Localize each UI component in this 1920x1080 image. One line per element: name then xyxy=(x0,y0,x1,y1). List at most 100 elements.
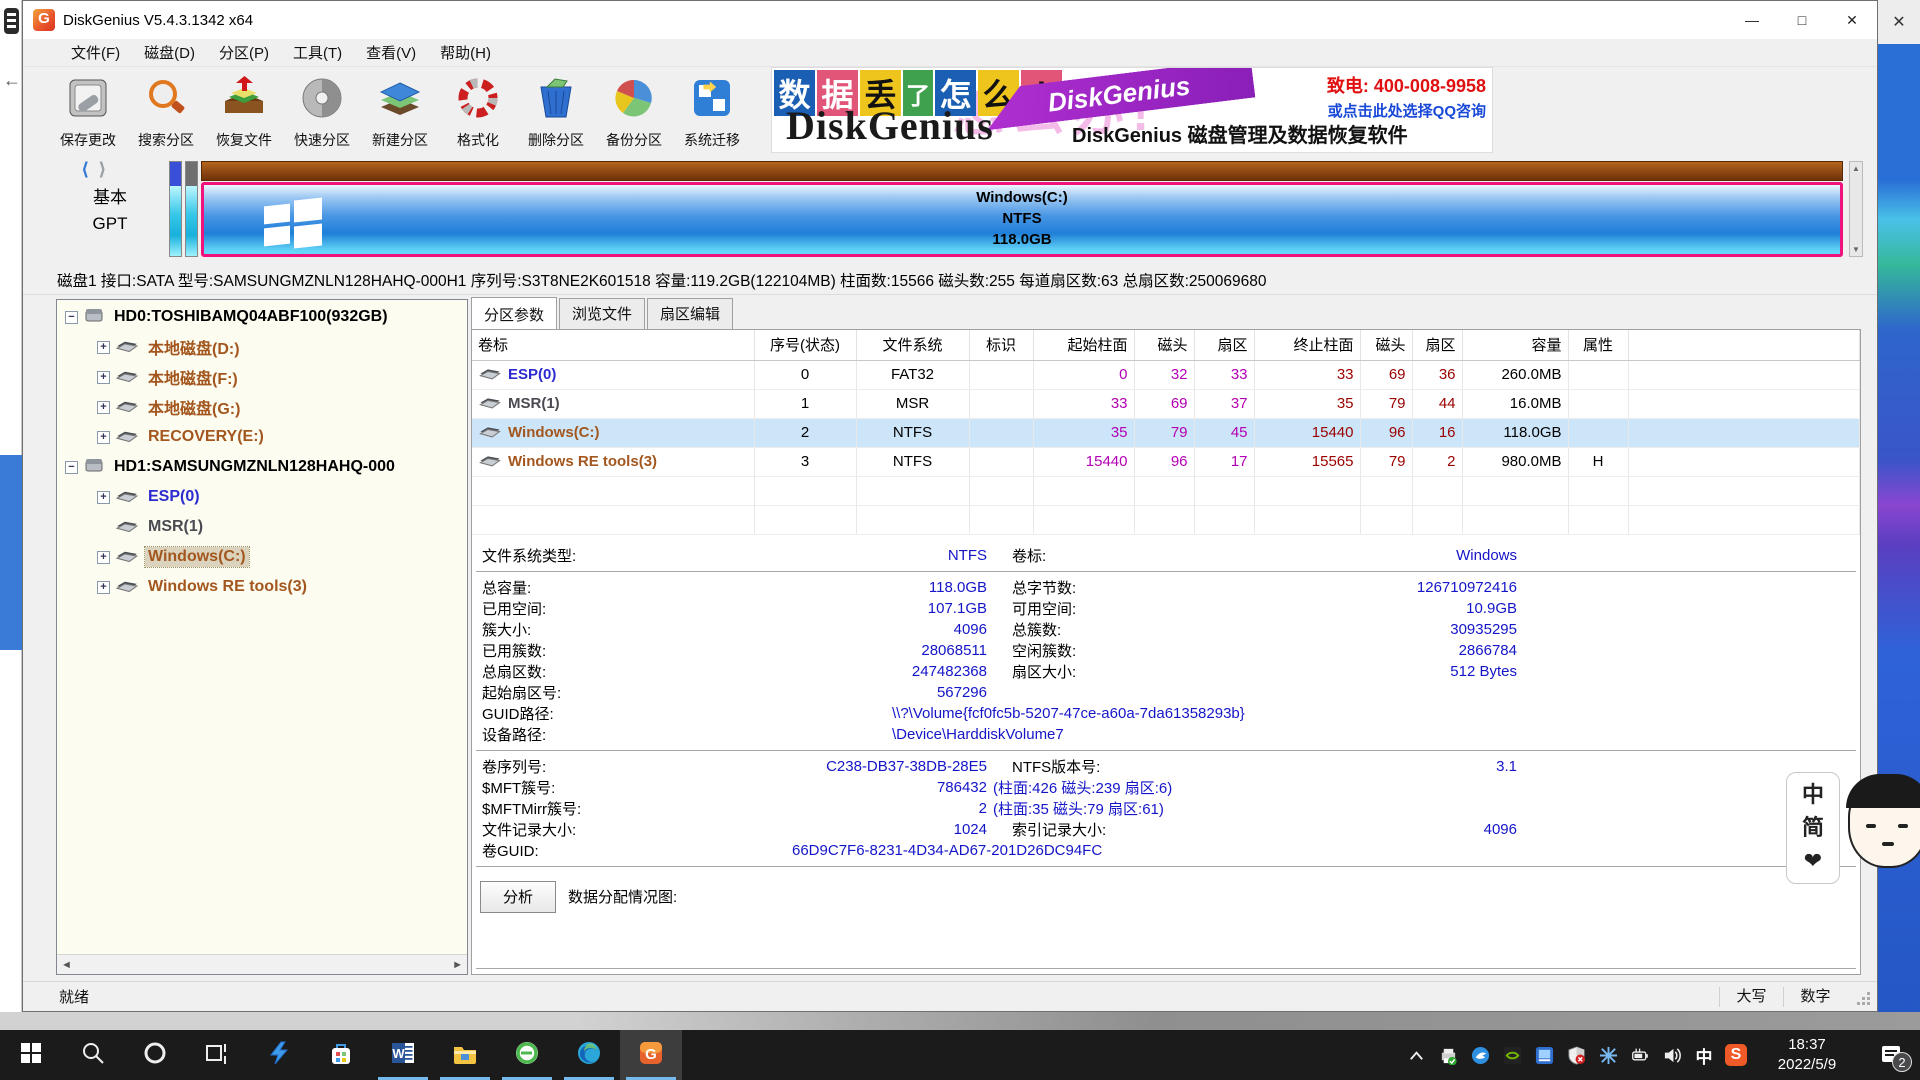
tree-item-label[interactable]: Windows RE tools(3) xyxy=(145,577,310,597)
column-header[interactable]: 磁头 xyxy=(1134,330,1194,360)
column-header[interactable]: 扇区 xyxy=(1412,330,1462,360)
column-header[interactable]: 序号(状态) xyxy=(754,330,856,360)
expand-icon[interactable]: + xyxy=(97,371,110,384)
partition-row-windows-c-[interactable]: Windows(C:)2NTFS357945154409616118.0GB xyxy=(472,418,1860,447)
prev-disk-icon[interactable]: ⟨ xyxy=(81,159,89,179)
tab-分区参数[interactable]: 分区参数 xyxy=(471,297,557,330)
disk-panel-scrollbar[interactable]: ▲▼ xyxy=(1849,161,1863,257)
tree-item-label[interactable]: HD0:TOSHIBAMQ04ABF100(932GB) xyxy=(111,307,391,327)
scroll-right-icon[interactable]: ► xyxy=(452,959,463,971)
column-header[interactable]: 文件系统 xyxy=(856,330,969,360)
toolbar-button-quick-partition[interactable]: 快速分区 xyxy=(283,69,361,151)
partition-row-windows-re-tools-3-[interactable]: Windows RE tools(3)3NTFS1544096171556579… xyxy=(472,447,1860,476)
resize-grip[interactable] xyxy=(1851,986,1873,1008)
tray-chevron-up-icon[interactable] xyxy=(1400,1030,1432,1080)
toolbar-button-search-partition[interactable]: 搜索分区 xyxy=(127,69,205,151)
heart-icon[interactable]: ❤ xyxy=(1804,850,1822,872)
sogou-icon[interactable]: S xyxy=(1720,1030,1752,1080)
toolbar-button-new-partition[interactable]: 新建分区 xyxy=(361,69,439,151)
close-button[interactable]: ✕ xyxy=(1827,1,1877,39)
taskbar-clock[interactable]: 18:37 2022/5/9 xyxy=(1752,1035,1862,1076)
column-header[interactable]: 容量 xyxy=(1462,330,1568,360)
ime-floating-widget[interactable]: 中 简 ❤ xyxy=(1786,772,1920,884)
collapse-icon[interactable]: − xyxy=(65,461,78,474)
tray-ime-indicator[interactable]: 中 xyxy=(1688,1030,1720,1080)
tray-nvidia-icon[interactable] xyxy=(1496,1030,1528,1080)
expand-icon[interactable]: + xyxy=(97,581,110,594)
taskbar-explorer[interactable] xyxy=(434,1030,496,1080)
tray-bird-icon[interactable] xyxy=(1464,1030,1496,1080)
tab-浏览文件[interactable]: 浏览文件 xyxy=(559,298,645,329)
tree-item--f-[interactable]: + 本地磁盘(F:) xyxy=(59,362,465,392)
partition-bar-windows-c[interactable]: Windows(C:) NTFS 118.0GB xyxy=(201,182,1843,257)
column-header[interactable]: 扇区 xyxy=(1194,330,1254,360)
tree-horizontal-scrollbar[interactable]: ◄ ► xyxy=(57,954,467,974)
toolbar-button-save[interactable]: 保存更改 xyxy=(49,69,127,151)
tray-snowflake-icon[interactable] xyxy=(1592,1030,1624,1080)
tree-item-recovery-e-[interactable]: + RECOVERY(E:) xyxy=(59,422,465,452)
expand-icon[interactable]: + xyxy=(97,431,110,444)
tree-item-windows-c-[interactable]: + Windows(C:) xyxy=(59,542,465,572)
expand-icon[interactable]: + xyxy=(97,401,110,414)
tree-item-label[interactable]: HD1:SAMSUNGMZNLN128HAHQ-000 xyxy=(111,457,398,477)
toolbar-button-migrate-system[interactable]: 系统迁移 xyxy=(673,69,751,151)
tree-item-label[interactable]: 本地磁盘(D:) xyxy=(145,334,243,360)
column-header[interactable]: 标识 xyxy=(969,330,1033,360)
menu-item-0[interactable]: 文件(F) xyxy=(59,42,132,63)
expand-icon[interactable]: + xyxy=(97,551,110,564)
menu-item-4[interactable]: 查看(V) xyxy=(354,42,428,63)
column-header[interactable]: 属性 xyxy=(1568,330,1628,360)
maximize-button[interactable]: □ xyxy=(1777,1,1827,39)
tab-扇区编辑[interactable]: 扇区编辑 xyxy=(647,298,733,329)
column-header[interactable]: 终止柱面 xyxy=(1254,330,1360,360)
tree-item-label[interactable]: Windows(C:) xyxy=(145,547,249,567)
scroll-left-icon[interactable]: ◄ xyxy=(61,959,72,971)
column-header[interactable]: 磁头 xyxy=(1360,330,1412,360)
tree-item-label[interactable]: ESP(0) xyxy=(145,487,203,507)
partition-row-msr-1-[interactable]: MSR(1)1MSR33693735794416.0MB xyxy=(472,389,1860,418)
tray-battery-icon[interactable] xyxy=(1624,1030,1656,1080)
tree-item-label[interactable]: 本地磁盘(G:) xyxy=(145,394,243,420)
menu-item-3[interactable]: 工具(T) xyxy=(281,42,354,63)
tree-item-esp-0-[interactable]: + ESP(0) xyxy=(59,482,465,512)
tree-item-msr-1-[interactable]: MSR(1) xyxy=(59,512,465,542)
taskbar-browser360[interactable] xyxy=(496,1030,558,1080)
partition-bar-esp[interactable] xyxy=(169,161,182,257)
tray-printer-icon[interactable] xyxy=(1432,1030,1464,1080)
taskbar-diskgenius[interactable]: G xyxy=(620,1030,682,1080)
toolbar-button-delete-partition[interactable]: 删除分区 xyxy=(517,69,595,151)
tray-intel-icon[interactable] xyxy=(1528,1030,1560,1080)
taskbar-cortana[interactable] xyxy=(124,1030,186,1080)
menu-item-2[interactable]: 分区(P) xyxy=(207,42,281,63)
tree-item-windows-re-tools-3-[interactable]: + Windows RE tools(3) xyxy=(59,572,465,602)
column-header[interactable]: 卷标 xyxy=(472,330,754,360)
taskbar-search[interactable] xyxy=(62,1030,124,1080)
ime-mode-simplified[interactable]: 简 xyxy=(1802,817,1824,839)
minimize-button[interactable]: — xyxy=(1727,1,1777,39)
notification-center-icon[interactable]: 2 xyxy=(1862,1030,1920,1080)
tree-item-label[interactable]: 本地磁盘(F:) xyxy=(145,364,241,390)
taskbar-store[interactable] xyxy=(310,1030,372,1080)
toolbar-button-backup-partition[interactable]: 备份分区 xyxy=(595,69,673,151)
partition-row-esp-0-[interactable]: ESP(0)0FAT3203233336936260.0MB xyxy=(472,360,1860,389)
tree-item-label[interactable]: RECOVERY(E:) xyxy=(145,427,267,447)
menu-item-5[interactable]: 帮助(H) xyxy=(428,42,503,63)
tree-item--d-[interactable]: +本地磁盘(D:) xyxy=(59,332,465,362)
partition-bar-msr[interactable] xyxy=(185,161,198,257)
taskbar-flash[interactable] xyxy=(248,1030,310,1080)
taskbar-word[interactable]: W xyxy=(372,1030,434,1080)
menu-item-1[interactable]: 磁盘(D) xyxy=(132,42,207,63)
taskbar-taskview[interactable] xyxy=(186,1030,248,1080)
toolbar-button-recover-files[interactable]: 恢复文件 xyxy=(205,69,283,151)
taskbar-edge[interactable] xyxy=(558,1030,620,1080)
tree-item-hd1-samsungmznln128hahq-000[interactable]: − HD1:SAMSUNGMZNLN128HAHQ-000 xyxy=(59,452,465,482)
promo-banner[interactable]: 怎么办! 数据丢了怎么! DiskGenius 致电: 400-008-9958… xyxy=(771,67,1493,153)
column-header[interactable]: 起始柱面 xyxy=(1033,330,1134,360)
expand-icon[interactable]: + xyxy=(97,491,110,504)
collapse-icon[interactable]: − xyxy=(65,311,78,324)
tree-item-label[interactable]: MSR(1) xyxy=(145,517,206,537)
banner-qq-link[interactable]: 或点击此处选择QQ咨询 xyxy=(1327,100,1486,121)
tray-volume-icon[interactable] xyxy=(1656,1030,1688,1080)
toolbar-button-format[interactable]: 格式化 xyxy=(439,69,517,151)
tray-defender-icon[interactable] xyxy=(1560,1030,1592,1080)
